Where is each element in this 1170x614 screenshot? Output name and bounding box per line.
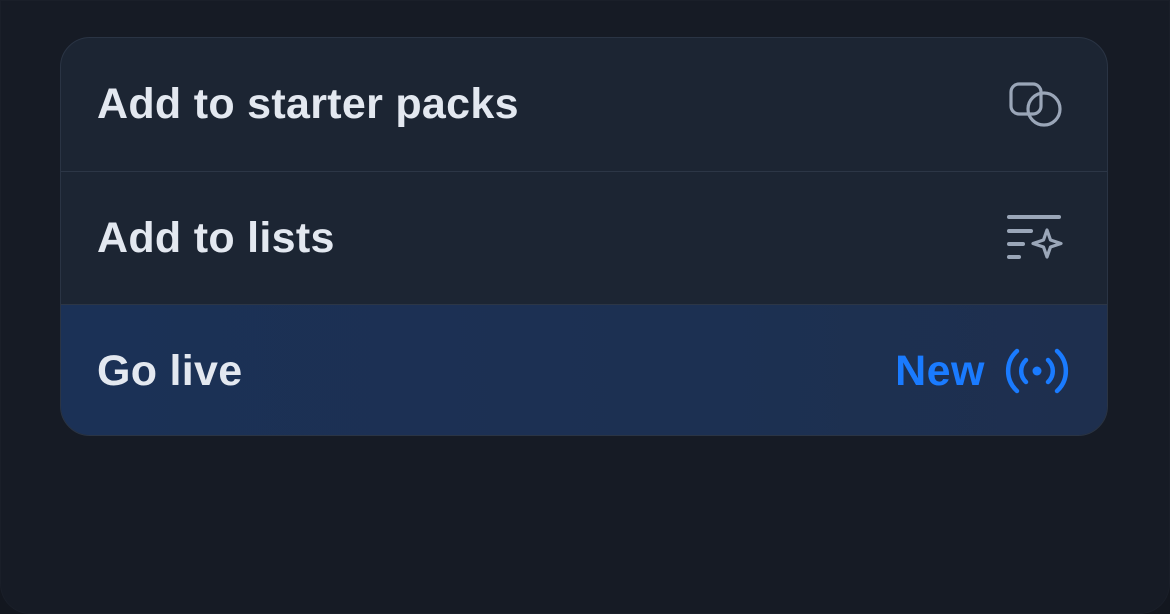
new-badge: New <box>895 346 985 395</box>
list-sparkle-icon <box>1005 206 1069 270</box>
menu-item-go-live[interactable]: Go live New <box>61 304 1107 435</box>
menu-item-label: Go live <box>97 346 243 395</box>
menu-item-label: Add to lists <box>97 213 335 262</box>
bottom-sheet: Add to starter packs Add to lists Go liv… <box>0 0 1170 614</box>
broadcast-icon <box>1005 339 1069 403</box>
starter-pack-icon <box>1005 73 1069 137</box>
menu-item-add-to-lists[interactable]: Add to lists <box>61 171 1107 304</box>
menu-item-add-to-starter-packs[interactable]: Add to starter packs <box>61 38 1107 171</box>
context-menu: Add to starter packs Add to lists Go liv… <box>60 37 1108 436</box>
menu-item-label: Add to starter packs <box>97 80 519 128</box>
